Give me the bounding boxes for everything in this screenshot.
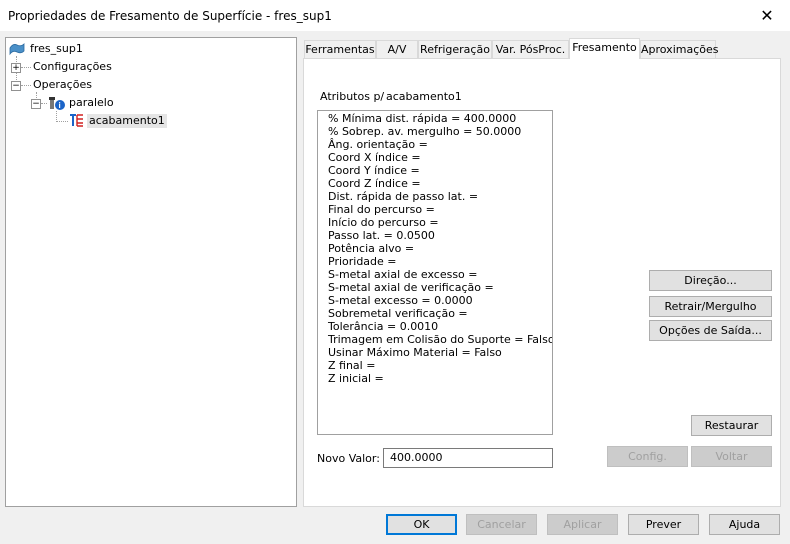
attribute-item[interactable]: Sobremetal verificação = [328,307,552,320]
tab-fresamento[interactable]: Fresamento [569,38,640,59]
tree-item-paralelo[interactable]: paralelo [69,96,114,110]
svg-text:i: i [59,101,61,110]
attribute-item[interactable]: Z inicial = [328,372,552,385]
operation-tree[interactable]: fres_sup1 + Configurações − Operações − … [5,37,297,507]
title-bar: Propriedades de Fresamento de Superfície… [0,0,790,31]
expand-configuracoes-icon[interactable]: + [11,63,21,73]
attribute-item[interactable]: Dist. rápida de passo lat. = [328,190,552,203]
tab-refrigeracao[interactable]: Refrigeração [418,40,492,58]
attribute-item[interactable]: Coord Y índice = [328,164,552,177]
attribute-item[interactable]: Final do percurso = [328,203,552,216]
attribute-item[interactable]: Potência alvo = [328,242,552,255]
attribute-item[interactable]: Coord X índice = [328,151,552,164]
tab-aproximacoes[interactable]: Aproximações [640,40,718,58]
attribute-item[interactable]: S-metal axial de excesso = [328,268,552,281]
tab-var-posproc[interactable]: Var. PósProc. [492,40,569,58]
operation-info-icon: i [49,97,65,110]
attributes-target: acabamento1 [386,90,462,103]
attributes-label: Atributos p/ [320,90,385,103]
tree-connector [21,67,31,68]
attribute-item[interactable]: Coord Z índice = [328,177,552,190]
aplicar-button[interactable]: Aplicar [547,514,618,535]
attributes-list[interactable]: % Mínima dist. rápida = 400.0000% Sobrep… [317,110,553,435]
ok-button[interactable]: OK [386,514,457,535]
attribute-item[interactable]: Trimagem em Colisão do Suporte = Falso [328,333,552,346]
collapse-operacoes-icon[interactable]: − [11,81,21,91]
tree-item-configuracoes[interactable]: Configurações [33,60,112,74]
voltar-button[interactable]: Voltar [691,446,772,467]
opcoes-saida-button[interactable]: Opções de Saída... [649,320,772,341]
direcao-button[interactable]: Direção... [649,270,772,291]
attribute-item[interactable]: Passo lat. = 0.0500 [328,229,552,242]
tree-root-label[interactable]: fres_sup1 [30,42,83,56]
config-button[interactable]: Config. [607,446,688,467]
tree-connector [21,85,31,86]
attribute-item[interactable]: Usinar Máximo Material = Falso [328,346,552,359]
attribute-item[interactable]: S-metal excesso = 0.0000 [328,294,552,307]
tab-av[interactable]: A/V [376,40,418,58]
ajuda-button[interactable]: Ajuda [709,514,780,535]
attribute-item[interactable]: S-metal axial de verificação = [328,281,552,294]
attribute-item[interactable]: Âng. orientação = [328,138,552,151]
collapse-paralelo-icon[interactable]: − [31,99,41,109]
tree-item-acabamento[interactable]: acabamento1 [87,114,167,128]
attribute-item[interactable]: % Mínima dist. rápida = 400.0000 [328,112,552,125]
tree-connector [56,121,68,122]
retrair-mergulho-button[interactable]: Retrair/Mergulho [649,296,772,317]
cancelar-button[interactable]: Cancelar [466,514,537,535]
attribute-item[interactable]: Início do percurso = [328,216,552,229]
close-icon[interactable]: ✕ [744,0,790,31]
surface-icon [9,43,25,56]
tree-connector [41,103,47,104]
prever-button[interactable]: Prever [628,514,699,535]
attribute-item[interactable]: Prioridade = [328,255,552,268]
attribute-item[interactable]: Z final = [328,359,552,372]
toolpath-icon [70,114,83,127]
novo-valor-label: Novo Valor: [317,452,380,465]
tree-item-operacoes[interactable]: Operações [33,78,92,92]
attribute-item[interactable]: % Sobrep. av. mergulho = 50.0000 [328,125,552,138]
tab-ferramentas[interactable]: Ferramentas [304,40,376,58]
restaurar-button[interactable]: Restaurar [691,415,772,436]
novo-valor-input[interactable]: 400.0000 [383,448,553,468]
window-title: Propriedades de Fresamento de Superfície… [8,9,332,23]
attribute-item[interactable]: Tolerância = 0.0010 [328,320,552,333]
